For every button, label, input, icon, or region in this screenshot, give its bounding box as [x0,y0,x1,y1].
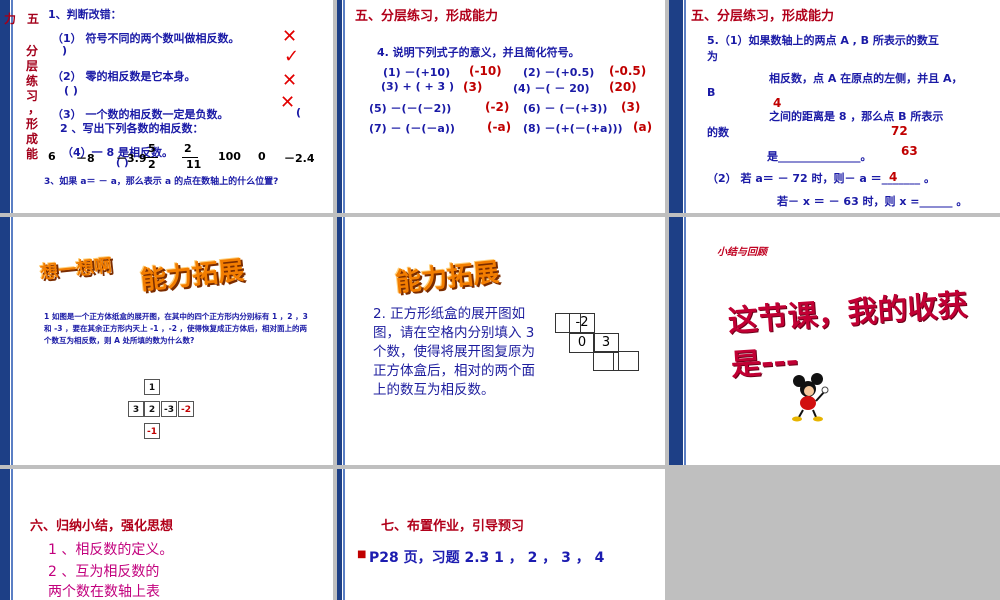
slide-6-sidebar [669,217,686,465]
answer-b: (20) [609,80,637,94]
expr-a: (1) －(+10) [383,66,451,79]
q1b-paren: ( ) [64,84,78,97]
expr-a: (3) + ( + 3 ) [381,80,454,93]
expr-a: (5) －(－(－2)) [369,102,452,115]
cross-mark-icon: ✕ [282,26,298,47]
slide-2-sidebar [337,0,345,213]
number-item: －8 [76,152,95,165]
number-item: －2.4 [284,152,315,165]
answer-a: (3) [463,80,483,94]
answer-a: (-2) [485,100,510,114]
slide-5[interactable]: 能力拓展 2. 正方形纸盒的展开图如图，请在空格内分别填入 3 个数，使得将展开… [337,217,665,465]
q3-text: 3、如果 a＝ － a，那么表示 a 的点在数轴上的什么位置? [44,177,279,187]
fraction-denominator: 11 [186,158,202,171]
net-square: 0 [569,333,595,353]
slide-1-sidebar [0,0,13,213]
big-art-title: 这节课，我的收获是--- [726,287,969,384]
bullet-icon: ■ [357,549,367,560]
q5-line7: 是_______________。 [767,150,872,163]
q5-line4: B [707,86,716,99]
net-cell: 1 [144,379,160,395]
slide-8-title: 七、布置作业，引导预习 [381,519,525,534]
slide-7-sidebar [0,469,13,600]
slide-4[interactable]: 想一想啊 能力拓展 1 如图是一个正方体纸盒的展开图，在其中的四个正方形内分别标… [0,217,333,465]
slide-1[interactable]: 力 五 分 层 练 习 ， 形 成 能 1、判断改错： （1） 符号不同的两个数… [0,0,333,213]
slide-8-sidebar [337,469,345,600]
side-char: 力 [4,12,17,26]
q5-part2: （2） 若 a＝ － 72 时，则－ a ＝_______ 。 [707,172,935,185]
net-cell: 3 [128,401,144,417]
q1c-paren: ( [296,106,302,119]
answer-b: (a) [633,120,653,134]
ability-art-title: 能力拓展 [393,257,501,299]
q4-text: 4. 说明下列式子的意义，并且简化符号。 [377,46,580,59]
slide-3-title: 五、分层练习，形成能力 [691,9,835,24]
answer-72: 72 [891,124,908,138]
number-item: 5 [148,142,156,155]
mickey-mouse-icon [792,373,829,422]
answer-b: (3) [621,100,641,114]
fraction-denominator: 2 [148,158,156,171]
slide-2-title: 五、分层练习，形成能力 [355,9,499,24]
number-item: 6 [48,150,56,163]
small-art-title: 小结与回顾 [717,247,767,258]
side-char: 五 [27,12,40,26]
net-cell-answer: -1 [144,423,160,439]
slide-7-title: 六、归纳小结，强化思想 [30,519,174,534]
q5-line5: 之间的距离是 8 ，那么点 B 所表示 [769,110,944,123]
slide-3[interactable]: 五、分层练习，形成能力 5.（1）如果数轴上的两点 A , B 所表示的数互 为… [669,0,1000,213]
net-cell-answer: -2 [178,401,194,417]
homework-text: P28 页，习题 2.3 1 ， 2 ， 3 ， 4 [369,550,605,566]
summary-line-3: 两个数在数轴上表 [48,584,160,600]
q5-line6: 的数 [707,126,729,139]
expr-b: (2) －(+0.5) [523,66,595,79]
slide-7[interactable]: 六、归纳小结，强化思想 1 、相反数的定义。 2 、互为相反数的 两个数在数轴上… [0,469,333,600]
answer-63: 63 [901,144,918,158]
q5-line1: 5.（1）如果数轴上的两点 A , B 所表示的数互 [707,34,939,47]
net-cell: -3 [161,401,177,417]
q1a-text: （1） 符号不同的两个数叫做相反数。 [52,32,240,45]
number-item: 2 [184,142,192,155]
fraction-bar [144,157,158,158]
q2-text: 2 、写出下列各数的相反数： [60,122,204,135]
q1a-paren: ) [62,44,68,57]
q1b-text: （2） 零的相反数是它本身。 [52,70,196,83]
check-mark-icon: ✓ [284,46,300,67]
expr-b: (4) －( － 20) [513,82,590,95]
q1-heading: 1、判断改错： [48,8,122,21]
net-square-empty [555,313,581,333]
number-item: 100 [218,150,241,163]
number-item: 0 [258,150,266,163]
net-square-empty [613,351,639,371]
expr-a: (7) － (－(－a)) [369,122,455,135]
think-art-title: 想一想啊 [39,255,114,284]
answer-a: (-10) [469,64,502,78]
problem-2-text: 2. 正方形纸盒的展开图如图，请在空格内分别填入 3 个数，使得将展开图复原为正… [373,306,535,398]
cross-mark-icon: ✕ [280,92,296,113]
number-item: －3.9 [116,152,147,165]
answer-neg4: 4 [889,170,898,184]
expr-b: (8) －(+(－(+a))) [523,122,623,135]
ability-art-title: 能力拓展 [138,255,246,297]
net-square: 3 [593,333,619,353]
slide-5-sidebar [337,217,345,465]
expr-b: (6) － (－(+3)) [523,102,608,115]
q5-part3: 若－ x ＝ － 63 时，则 x =______ 。 [777,195,968,208]
q5-line3: 相反数，点 A 在原点的左侧，并且 A， [769,72,963,85]
q5-line2: 为 [707,50,718,63]
slide-6[interactable]: 小结与回顾 这节课，我的收获是--- [669,217,1000,465]
net-cell: 2 [144,401,160,417]
summary-line-2: 2 、互为相反数的 [48,564,160,580]
cross-mark-icon: ✕ [282,70,298,91]
answer-b: (-0.5) [609,64,647,78]
slide-8[interactable]: 七、布置作业，引导预习 ■ P28 页，习题 2.3 1 ， 2 ， 3 ， 4 [337,469,665,600]
answer-a: (-a) [487,120,512,134]
slide-2[interactable]: 五、分层练习，形成能力 4. 说明下列式子的意义，并且简化符号。 (1) －(+… [337,0,665,213]
summary-line-1: 1 、相反数的定义。 [48,542,174,558]
side-char: 能 [26,147,39,161]
problem-1-text: 1 如图是一个正方体纸盒的展开图，在其中的四个正方形内分别标有 1 ，2 ，3 … [44,312,308,345]
slide-4-sidebar [0,217,13,465]
slide-3-sidebar [669,0,686,213]
fraction-bar [182,157,198,158]
